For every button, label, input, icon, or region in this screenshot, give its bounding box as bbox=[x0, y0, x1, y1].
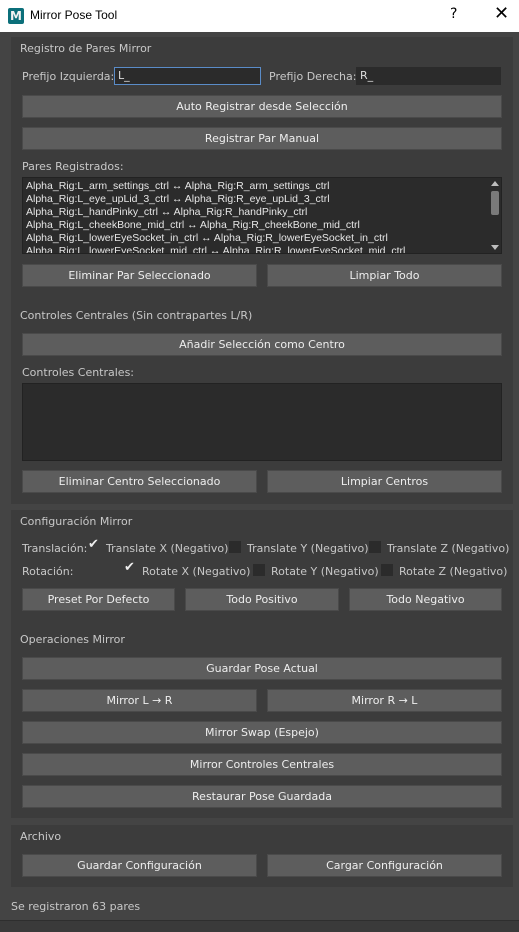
rotate-x-checkbox[interactable]: ✔ bbox=[124, 560, 136, 576]
load-config-button[interactable]: Cargar Configuración bbox=[267, 854, 502, 877]
list-item[interactable]: Alpha_Rig:L_handPinky_ctrl ↔ Alpha_Rig:R… bbox=[23, 206, 501, 219]
translate-y-checkbox[interactable] bbox=[229, 541, 241, 553]
close-button[interactable]: ✕ bbox=[494, 3, 509, 24]
prefix-right-label: Prefijo Derecha: bbox=[269, 70, 357, 83]
operaciones-panel-title: Operaciones Mirror bbox=[20, 633, 125, 646]
translate-label: Translación: bbox=[22, 542, 88, 555]
prefix-left-input[interactable]: L_ bbox=[114, 67, 261, 85]
list-item[interactable]: Alpha_Rig:L_eye_upLid_3_ctrl ↔ Alpha_Rig… bbox=[23, 193, 501, 206]
translate-z-label: Translate Z (Negativo) bbox=[387, 542, 510, 555]
manual-register-button[interactable]: Registrar Par Manual bbox=[22, 127, 502, 150]
scroll-down-icon[interactable] bbox=[491, 245, 499, 250]
centers-list[interactable] bbox=[22, 383, 502, 461]
prefix-left-label: Prefijo Izquierda: bbox=[22, 70, 115, 83]
translate-x-label: Translate X (Negativo) bbox=[106, 542, 229, 555]
list-item[interactable]: Alpha_Rig:L_lowerEyeSocket_in_ctrl ↔ Alp… bbox=[23, 232, 501, 245]
archivo-panel-title: Archivo bbox=[20, 830, 62, 843]
preset-default-button[interactable]: Preset Por Defecto bbox=[22, 588, 175, 611]
all-positive-button[interactable]: Todo Positivo bbox=[185, 588, 339, 611]
maya-app-icon: M bbox=[8, 8, 24, 24]
scroll-up-icon[interactable] bbox=[491, 181, 499, 186]
all-negative-button[interactable]: Todo Negativo bbox=[349, 588, 502, 611]
mirror-swap-button[interactable]: Mirror Swap (Espejo) bbox=[22, 721, 502, 744]
remove-center-button[interactable]: Eliminar Centro Seleccionado bbox=[22, 470, 257, 493]
mirror-l-to-r-button[interactable]: Mirror L → R bbox=[22, 689, 257, 712]
clear-centers-button[interactable]: Limpiar Centros bbox=[267, 470, 502, 493]
remove-pair-button[interactable]: Eliminar Par Seleccionado bbox=[22, 264, 257, 287]
checkmark-icon: ✔ bbox=[88, 537, 99, 552]
translate-y-label: Translate Y (Negativo) bbox=[247, 542, 369, 555]
add-center-button[interactable]: Añadir Selección como Centro bbox=[22, 333, 502, 356]
checkmark-icon: ✔ bbox=[124, 560, 135, 575]
registro-panel-title: Registro de Pares Mirror bbox=[20, 42, 152, 55]
status-message: Se registraron 63 pares bbox=[11, 900, 141, 913]
title-bar: M Mirror Pose Tool ? ✕ bbox=[0, 0, 519, 32]
window-title: Mirror Pose Tool bbox=[30, 8, 118, 22]
auto-register-button[interactable]: Auto Registrar desde Selección bbox=[22, 95, 502, 118]
centers-list-label: Controles Centrales: bbox=[22, 366, 135, 379]
clear-all-button[interactable]: Limpiar Todo bbox=[267, 264, 502, 287]
centrales-panel-title: Controles Centrales (Sin contrapartes L/… bbox=[20, 309, 253, 322]
list-item[interactable]: Alpha_Rig:L_arm_settings_ctrl ↔ Alpha_Ri… bbox=[23, 180, 501, 193]
mirror-centers-button[interactable]: Mirror Controles Centrales bbox=[22, 753, 502, 776]
rotate-y-checkbox[interactable] bbox=[253, 564, 265, 576]
rotate-z-checkbox[interactable] bbox=[381, 564, 393, 576]
pairs-list-label: Pares Registrados: bbox=[22, 160, 124, 173]
pairs-scrollbar[interactable] bbox=[489, 178, 501, 253]
restore-pose-button[interactable]: Restaurar Pose Guardada bbox=[22, 785, 502, 808]
rotate-y-label: Rotate Y (Negativo) bbox=[271, 565, 379, 578]
rotate-x-label: Rotate X (Negativo) bbox=[142, 565, 251, 578]
config-panel-title: Configuración Mirror bbox=[20, 515, 133, 528]
save-config-button[interactable]: Guardar Configuración bbox=[22, 854, 257, 877]
translate-x-checkbox[interactable]: ✔ bbox=[88, 537, 100, 553]
pairs-list[interactable]: Alpha_Rig:L_arm_settings_ctrl ↔ Alpha_Ri… bbox=[22, 177, 502, 254]
list-item[interactable]: Alpha_Rig:L_lowerEyeSocket_mid_ctrl ↔ Al… bbox=[23, 245, 501, 253]
rotate-label: Rotación: bbox=[22, 565, 74, 578]
scroll-thumb[interactable] bbox=[491, 191, 499, 215]
list-item[interactable]: Alpha_Rig:L_cheekBone_mid_ctrl ↔ Alpha_R… bbox=[23, 219, 501, 232]
save-pose-button[interactable]: Guardar Pose Actual bbox=[22, 657, 502, 680]
rotate-z-label: Rotate Z (Negativo) bbox=[399, 565, 508, 578]
status-bar bbox=[0, 920, 519, 932]
prefix-right-input[interactable]: R_ bbox=[356, 67, 501, 85]
mirror-r-to-l-button[interactable]: Mirror R → L bbox=[267, 689, 502, 712]
help-button[interactable]: ? bbox=[450, 6, 457, 22]
translate-z-checkbox[interactable] bbox=[369, 541, 381, 553]
